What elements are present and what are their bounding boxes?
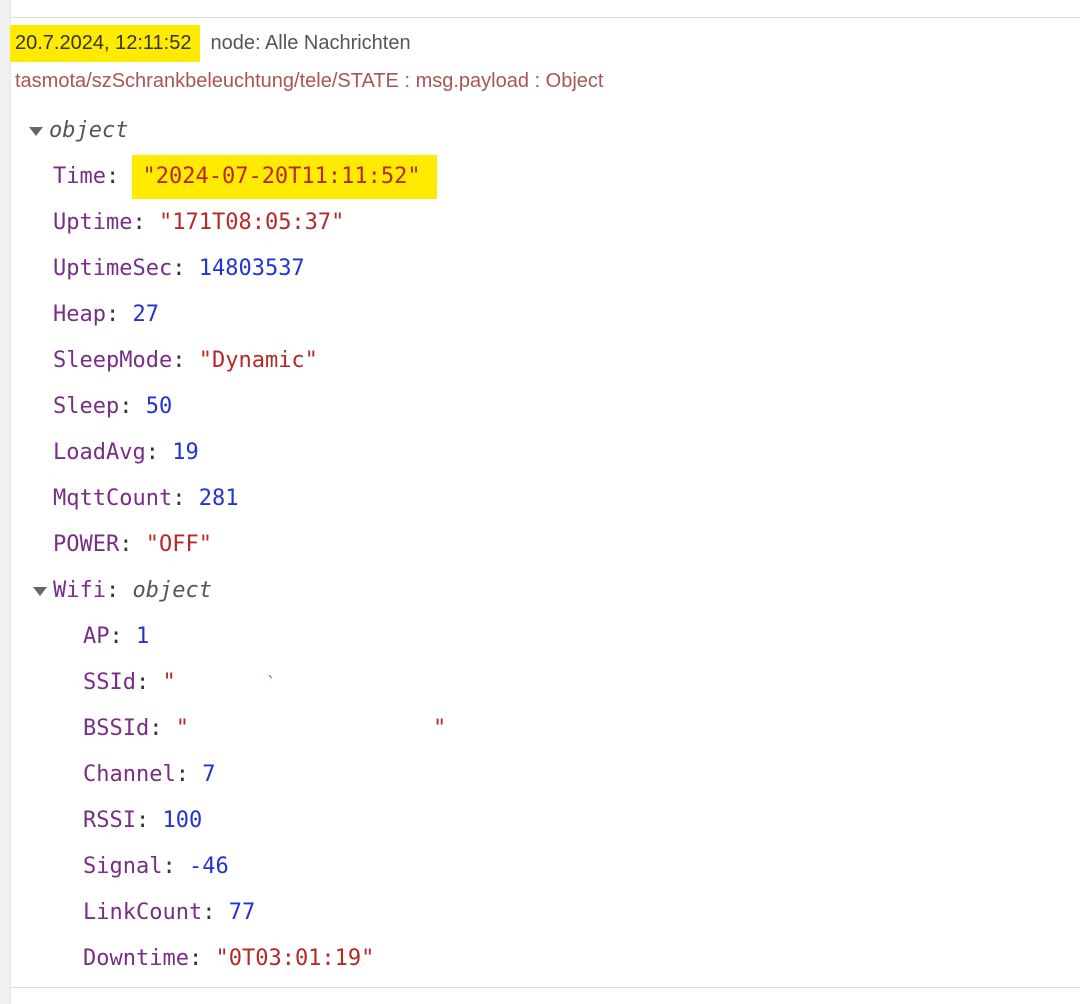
property-key: POWER	[53, 532, 120, 557]
tree-row-mqttcount: MqttCount: 281	[53, 486, 239, 511]
property-value[interactable]: 27	[132, 302, 159, 327]
property-key: MqttCount	[53, 486, 173, 511]
tree-row-bssid: BSSId: " "	[83, 716, 447, 741]
property-value-open-quote[interactable]: "	[162, 670, 175, 695]
caret-down-icon[interactable]	[33, 586, 47, 596]
tree-row-uptimesec: UptimeSec: 14803537	[53, 256, 305, 281]
property-key: Channel	[83, 762, 176, 787]
property-key: Downtime	[83, 946, 189, 971]
tree-row-power: POWER: "OFF"	[53, 532, 212, 557]
message-timestamp: 20.7.2024, 12:11:52	[10, 25, 201, 62]
property-key: RSSI	[83, 808, 136, 833]
wifi-type: object	[132, 578, 212, 603]
property-value[interactable]: 7	[202, 762, 215, 787]
property-key: AP	[83, 624, 110, 649]
tree-row-rssi: RSSI: 100	[83, 808, 203, 833]
message-topic-path: tasmota/szSchrankbeleuchtung/tele/STATE …	[15, 70, 604, 92]
property-key: Uptime	[53, 210, 133, 235]
property-value[interactable]: "171T08:05:37"	[159, 210, 344, 235]
tree-row-sleep: Sleep: 50	[53, 394, 173, 419]
property-value[interactable]: "Dynamic"	[199, 348, 318, 373]
tree-wifi-toggle[interactable]: Wifi: object	[33, 568, 212, 614]
tree-row-loadavg: LoadAvg: 19	[53, 440, 199, 465]
tree-row-linkcount: LinkCount: 77	[83, 900, 256, 925]
property-value[interactable]: 100	[162, 808, 202, 833]
property-value[interactable]: 77	[229, 900, 256, 925]
property-key: Signal	[83, 854, 163, 879]
property-key: Heap	[53, 302, 106, 327]
message-top-divider	[10, 17, 1080, 18]
tree-row-signal: Signal: -46	[83, 854, 229, 879]
property-key: Wifi	[53, 578, 106, 603]
property-value[interactable]: 14803537	[199, 256, 305, 281]
tree-row-ssid: SSId: " `	[83, 670, 276, 695]
property-value[interactable]: 1	[136, 624, 149, 649]
caret-down-icon[interactable]	[29, 126, 43, 136]
tree-row-ap: AP: 1	[83, 624, 150, 649]
tree-row-time: Time: "2024-07-20T11:11:52"	[53, 154, 437, 200]
property-key: Sleep	[53, 394, 120, 419]
message-node-label[interactable]: node: Alle Nachrichten	[210, 32, 410, 55]
tree-root-toggle[interactable]: object	[29, 108, 128, 154]
tree-row-sleepmode: SleepMode: "Dynamic"	[53, 348, 318, 373]
property-value[interactable]: -46	[189, 854, 229, 879]
property-key: LoadAvg	[53, 440, 146, 465]
property-key: BSSId	[83, 716, 150, 741]
property-value[interactable]: "0T03:01:19"	[215, 946, 374, 971]
property-value[interactable]: 19	[172, 440, 199, 465]
property-value-close-quote: "	[432, 716, 447, 741]
property-value-highlighted[interactable]: "2024-07-20T11:11:52"	[132, 155, 437, 199]
tree-root-type: object	[49, 118, 129, 143]
property-value-close-quote: `	[266, 675, 276, 691]
property-key: UptimeSec	[53, 256, 173, 281]
property-key: Time	[53, 164, 106, 189]
sidebar-edge	[0, 0, 11, 1004]
property-value[interactable]: 50	[146, 394, 173, 419]
debug-message-header: 20.7.2024, 12:11:52 node: Alle Nachricht…	[10, 25, 411, 62]
tree-row-uptime: Uptime: "171T08:05:37"	[53, 210, 345, 235]
tree-row-downtime: Downtime: "0T03:01:19"	[83, 946, 375, 971]
property-value[interactable]: 281	[199, 486, 239, 511]
property-value[interactable]: "OFF"	[146, 532, 212, 557]
tree-row-heap: Heap: 27	[53, 302, 159, 327]
property-key: SSId	[83, 670, 136, 695]
property-key: SleepMode	[53, 348, 173, 373]
tree-row-channel: Channel: 7	[83, 762, 216, 787]
property-value-open-quote[interactable]: "	[176, 716, 189, 741]
message-bottom-divider	[10, 987, 1080, 988]
property-key: LinkCount	[83, 900, 203, 925]
